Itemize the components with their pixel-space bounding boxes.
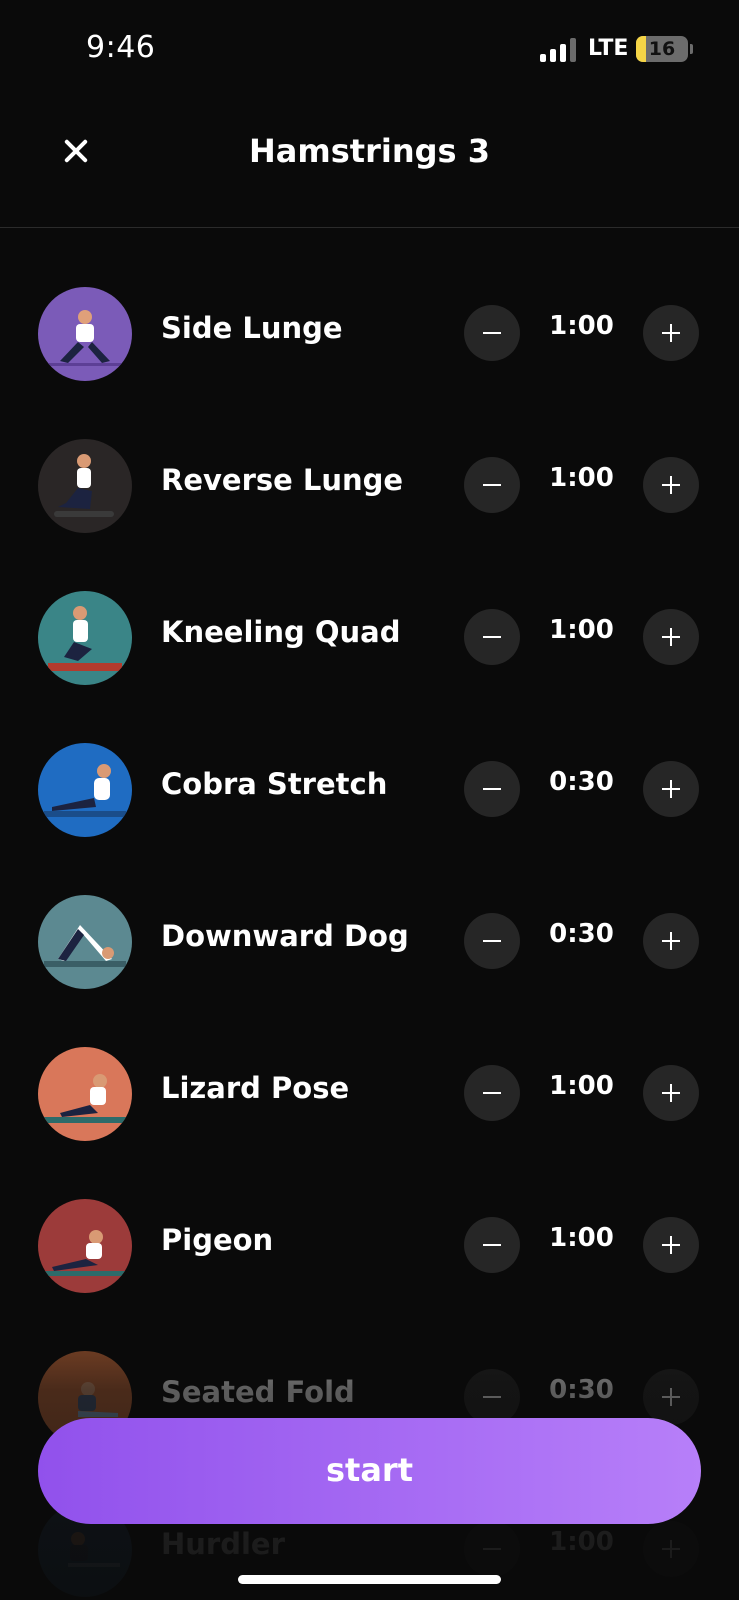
- decrease-duration-button[interactable]: [464, 913, 520, 969]
- exercise-thumbnail: [38, 439, 132, 533]
- exercise-name: Cobra Stretch: [161, 767, 388, 801]
- exercise-name: Side Lunge: [161, 311, 343, 345]
- signal-icon: [540, 38, 580, 62]
- start-button-label: start: [325, 1451, 413, 1489]
- list-item[interactable]: Pigeon 1:00: [0, 1193, 739, 1293]
- increase-duration-button[interactable]: [643, 913, 699, 969]
- exercise-name: Pigeon: [161, 1223, 274, 1257]
- header: Hamstrings 3: [0, 100, 739, 228]
- increase-duration-button[interactable]: [643, 457, 699, 513]
- minus-icon: [483, 1244, 501, 1246]
- decrease-duration-button[interactable]: [464, 457, 520, 513]
- exercise-thumbnail: [38, 895, 132, 989]
- minus-icon: [483, 1092, 501, 1094]
- increase-duration-button[interactable]: [643, 1217, 699, 1273]
- network-type: LTE: [588, 36, 629, 61]
- minus-icon: [483, 940, 501, 942]
- increase-duration-button[interactable]: [643, 1065, 699, 1121]
- increase-duration-button[interactable]: [643, 761, 699, 817]
- home-indicator[interactable]: [238, 1575, 501, 1584]
- exercise-duration: 1:00: [549, 1527, 614, 1557]
- minus-icon: [483, 484, 501, 486]
- decrease-duration-button[interactable]: [464, 305, 520, 361]
- exercise-name: Hurdler: [161, 1527, 285, 1561]
- minus-icon: [483, 1548, 501, 1550]
- list-item[interactable]: Cobra Stretch 0:30: [0, 737, 739, 837]
- decrease-duration-button[interactable]: [464, 1065, 520, 1121]
- exercise-list[interactable]: Side Lunge 1:00 Reverse Lunge 1:00 Kneeling …: [0, 229, 739, 1600]
- decrease-duration-button[interactable]: [464, 1217, 520, 1273]
- minus-icon: [483, 788, 501, 790]
- list-item[interactable]: Downward Dog 0:30: [0, 889, 739, 989]
- exercise-name: Seated Fold: [161, 1375, 355, 1409]
- increase-duration-button[interactable]: [643, 1369, 699, 1425]
- increase-duration-button[interactable]: [643, 305, 699, 361]
- exercise-duration: 0:30: [549, 1375, 614, 1405]
- minus-icon: [483, 332, 501, 334]
- exercise-thumbnail: [38, 591, 132, 685]
- minus-icon: [483, 636, 501, 638]
- decrease-duration-button[interactable]: [464, 609, 520, 665]
- page-title: Hamstrings 3: [249, 132, 490, 170]
- status-bar: 9:46 LTE 16: [0, 0, 739, 100]
- exercise-thumbnail: [38, 1199, 132, 1293]
- exercise-name: Downward Dog: [161, 919, 409, 953]
- status-time: 9:46: [86, 30, 156, 65]
- decrease-duration-button[interactable]: [464, 761, 520, 817]
- exercise-duration: 1:00: [549, 311, 614, 341]
- list-item[interactable]: Kneeling Quad 1:00: [0, 585, 739, 685]
- exercise-duration: 1:00: [549, 1071, 614, 1101]
- exercise-name: Reverse Lunge: [161, 463, 404, 497]
- exercise-duration: 0:30: [549, 919, 614, 949]
- exercise-duration: 1:00: [549, 615, 614, 645]
- exercise-name: Lizard Pose: [161, 1071, 350, 1105]
- decrease-duration-button[interactable]: [464, 1369, 520, 1425]
- exercise-duration: 1:00: [549, 463, 614, 493]
- battery-icon: 16: [636, 36, 688, 62]
- exercise-thumbnail: [38, 287, 132, 381]
- increase-duration-button[interactable]: [643, 1521, 699, 1577]
- exercise-name: Kneeling Quad: [161, 615, 401, 649]
- start-button[interactable]: start: [38, 1418, 701, 1524]
- minus-icon: [483, 1396, 501, 1398]
- increase-duration-button[interactable]: [643, 609, 699, 665]
- decrease-duration-button[interactable]: [464, 1521, 520, 1577]
- list-item[interactable]: Side Lunge 1:00: [0, 281, 739, 381]
- exercise-thumbnail: [38, 1047, 132, 1141]
- exercise-duration: 1:00: [549, 1223, 614, 1253]
- exercise-thumbnail: [38, 743, 132, 837]
- battery-tip: [690, 44, 693, 54]
- list-item[interactable]: Lizard Pose 1:00: [0, 1041, 739, 1141]
- battery-percent: 16: [648, 38, 676, 60]
- list-item[interactable]: Reverse Lunge 1:00: [0, 433, 739, 533]
- exercise-duration: 0:30: [549, 767, 614, 797]
